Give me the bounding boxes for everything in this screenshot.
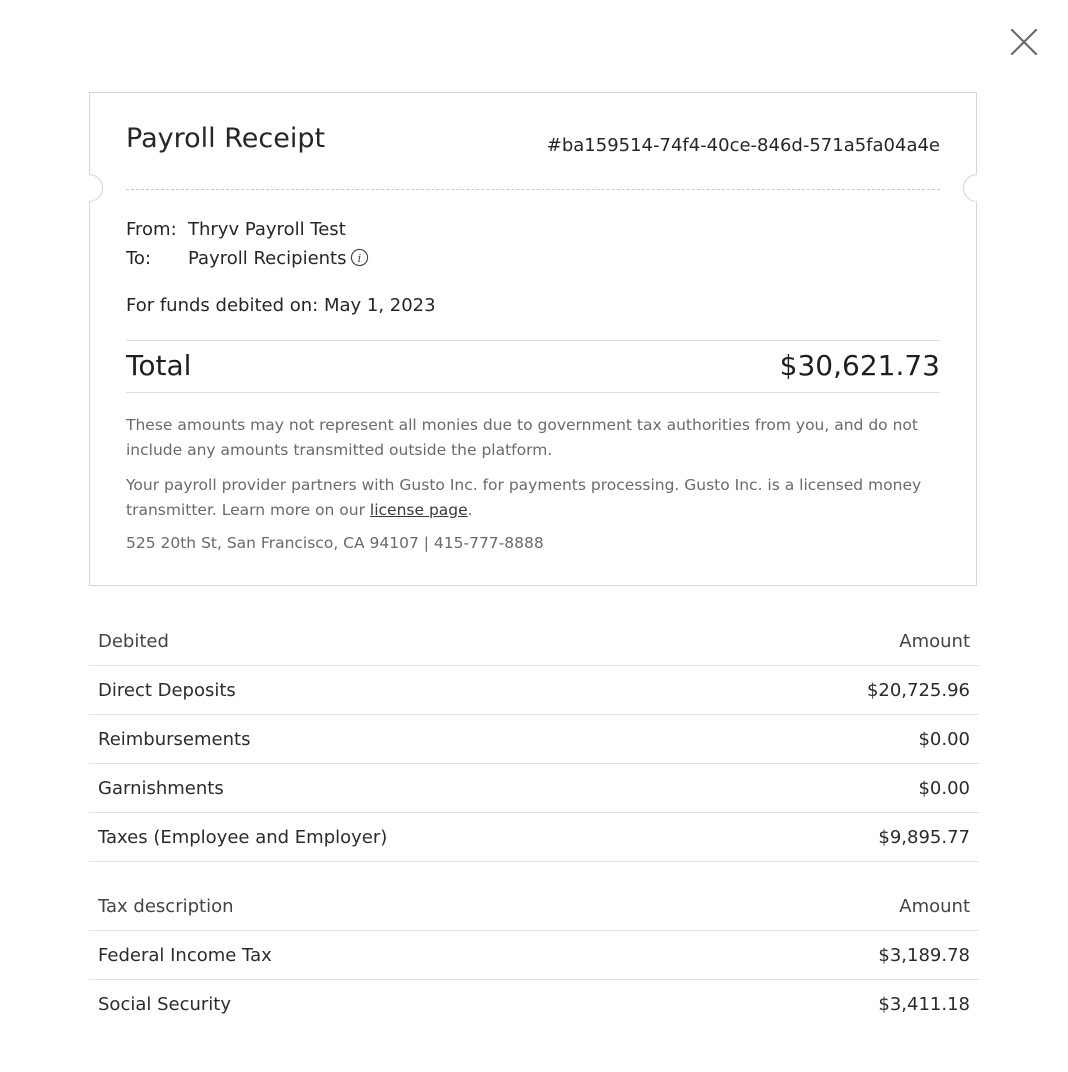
total-divider-top xyxy=(126,340,940,341)
company-address: 525 20th St, San Francisco, CA 94107 | 4… xyxy=(126,534,544,552)
from-line: From: Thryv Payroll Test xyxy=(126,219,346,240)
partner-text-body: Your payroll provider partners with Gust… xyxy=(126,476,922,519)
row-amount: $0.00 xyxy=(918,777,970,799)
table-row: Taxes (Employee and Employer) $9,895.77 xyxy=(89,813,979,862)
row-amount: $3,411.18 xyxy=(878,993,970,1015)
header-amount: Amount xyxy=(899,895,970,917)
row-label: Direct Deposits xyxy=(98,679,236,701)
row-label: Federal Income Tax xyxy=(98,944,272,966)
to-label: To: xyxy=(126,248,152,269)
partner-text-end: . xyxy=(467,501,473,519)
total-label: Total xyxy=(126,349,192,382)
table-row: Social Security $3,411.18 xyxy=(89,980,979,1028)
table-row: Federal Income Tax $3,189.78 xyxy=(89,931,979,980)
total-divider-bottom xyxy=(126,392,940,393)
close-button[interactable] xyxy=(1006,24,1042,60)
to-line: To: Payroll Recipients i xyxy=(126,248,369,272)
table-header: Debited Amount xyxy=(89,617,979,666)
row-label: Social Security xyxy=(98,993,232,1015)
disclaimer-text: These amounts may not represent all moni… xyxy=(126,416,918,459)
row-label: Reimbursements xyxy=(98,728,251,750)
receipt-notch-left xyxy=(89,174,103,202)
partner-text: Your payroll provider partners with Gust… xyxy=(126,473,942,523)
row-amount: $9,895.77 xyxy=(878,826,970,848)
svg-text:i: i xyxy=(358,251,362,265)
from-value: Thryv Payroll Test xyxy=(188,219,346,240)
table-row: Reimbursements $0.00 xyxy=(89,715,979,764)
row-amount: $3,189.78 xyxy=(878,944,970,966)
close-icon xyxy=(1010,28,1038,56)
receipt-card: Payroll Receipt #ba159514-74f4-40ce-846d… xyxy=(89,92,977,586)
table-header: Tax description Amount xyxy=(89,882,979,931)
funds-debited: For funds debited on: May 1, 2023 xyxy=(126,295,436,316)
license-page-link[interactable]: license page xyxy=(370,501,468,519)
info-icon[interactable]: i xyxy=(350,248,369,272)
header-debited: Debited xyxy=(98,630,169,652)
debited-table: Debited Amount Direct Deposits $20,725.9… xyxy=(89,617,979,862)
table-row: Direct Deposits $20,725.96 xyxy=(89,666,979,715)
row-amount: $0.00 xyxy=(918,728,970,750)
receipt-title: Payroll Receipt xyxy=(126,123,326,154)
header-amount: Amount xyxy=(899,630,970,652)
row-amount: $20,725.96 xyxy=(866,679,970,701)
receipt-notch-right xyxy=(963,174,977,202)
row-label: Taxes (Employee and Employer) xyxy=(98,826,388,848)
table-row: Garnishments $0.00 xyxy=(89,764,979,813)
header-tax-description: Tax description xyxy=(98,895,234,917)
from-label: From: xyxy=(126,219,177,240)
tax-table: Tax description Amount Federal Income Ta… xyxy=(89,882,979,1028)
to-value: Payroll Recipients xyxy=(188,248,347,269)
receipt-divider xyxy=(126,189,940,190)
receipt-id: #ba159514-74f4-40ce-846d-571a5fa04a4e xyxy=(546,135,940,156)
total-value: $30,621.73 xyxy=(779,349,940,382)
row-label: Garnishments xyxy=(98,777,224,799)
